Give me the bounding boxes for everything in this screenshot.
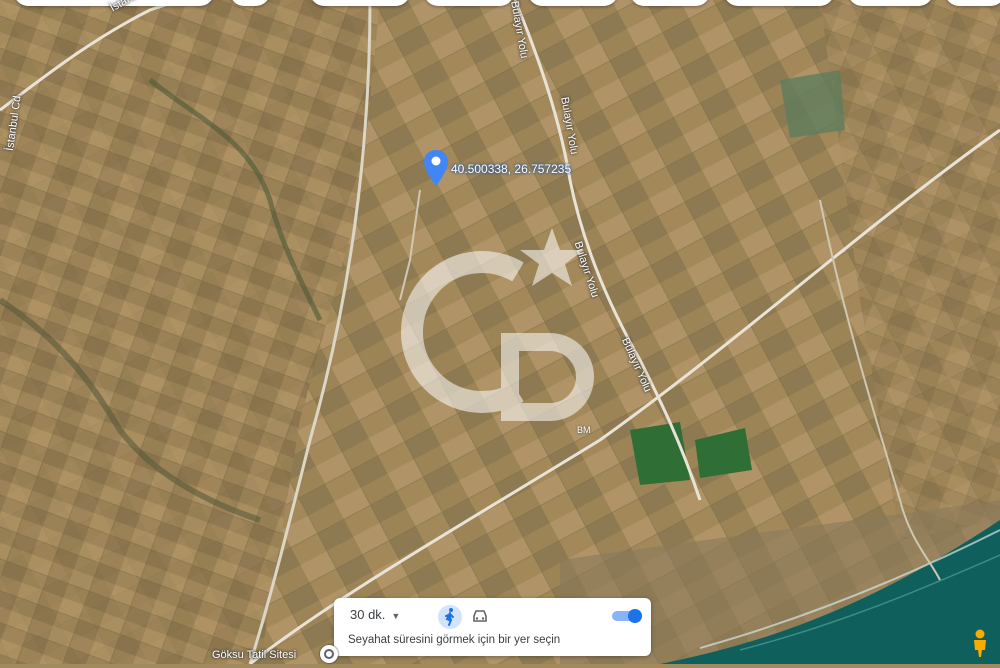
watermark-logo: [401, 228, 594, 421]
place-label[interactable]: Göksu Tatil Sitesi: [212, 649, 296, 661]
chevron-down-icon: ▼: [391, 611, 401, 621]
top-chip-6[interactable]: [630, 0, 710, 6]
top-chip-4[interactable]: [424, 0, 514, 6]
coordinates-label: 40.500338, 26.757235: [451, 162, 572, 176]
forest-patch: [630, 422, 690, 485]
bm-label: BM: [577, 425, 591, 435]
driving-mode-button[interactable]: [470, 606, 490, 626]
walking-icon: [445, 608, 454, 626]
top-chip-7[interactable]: [724, 0, 834, 6]
travel-hint-text: Seyahat süresini görmek için bir yer seç…: [348, 634, 561, 646]
walking-mode-button[interactable]: [438, 605, 462, 629]
time-select-value: 30 dk.: [350, 607, 386, 622]
top-chip-9[interactable]: [945, 0, 1000, 6]
toggle-switch[interactable]: [610, 607, 644, 625]
pegman-icon[interactable]: [968, 628, 992, 658]
location-pin-icon[interactable]: [424, 150, 448, 186]
car-icon: [473, 610, 487, 622]
green-field: [780, 70, 845, 138]
top-chip-5[interactable]: [528, 0, 618, 6]
place-marker-icon[interactable]: [320, 645, 338, 663]
travel-time-panel: 30 dk. ▼ Seyahat süresini görmek için bir…: [334, 598, 651, 656]
top-chip-8[interactable]: [848, 0, 933, 6]
time-select[interactable]: 30 dk. ▼: [350, 607, 400, 622]
top-chip-3[interactable]: [310, 0, 410, 6]
